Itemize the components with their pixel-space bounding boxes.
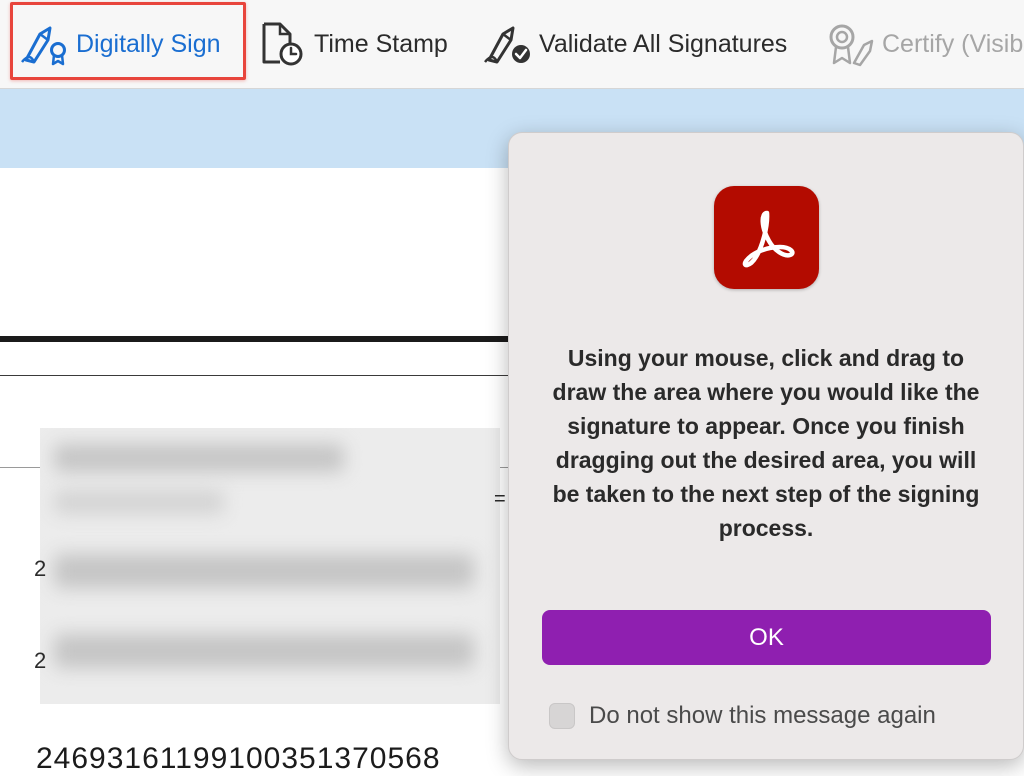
redacted-content [40, 428, 500, 704]
document-clock-icon [260, 20, 306, 68]
document-text-fragment: = [494, 488, 506, 510]
digitally-sign-label: Digitally Sign [76, 29, 221, 58]
validate-all-signatures-label: Validate All Signatures [539, 29, 788, 58]
time-stamp-button[interactable]: Time Stamp [260, 0, 448, 88]
digitally-sign-button[interactable]: Digitally Sign [20, 0, 221, 88]
validate-all-signatures-button[interactable]: Validate All Signatures [483, 0, 787, 88]
dont-show-again-checkbox[interactable] [549, 703, 575, 729]
adobe-acrobat-icon [714, 186, 819, 289]
pen-checkmark-icon [483, 22, 531, 66]
document-text-fragment: 2 [34, 556, 47, 581]
dont-show-again-label: Do not show this message again [589, 702, 936, 729]
signature-instructions-dialog: Using your mouse, click and drag to draw… [508, 132, 1024, 760]
pen-signature-icon [20, 22, 68, 66]
certify-ribbon-icon [826, 21, 874, 67]
certify-visible-label: Certify (Visib [882, 29, 1024, 58]
time-stamp-label: Time Stamp [314, 29, 448, 58]
toolbar: Digitally Sign Time Stamp Validate All S [0, 0, 1024, 89]
document-divider-thick [0, 336, 560, 342]
document-text-fragment: 2 [34, 648, 47, 673]
document-number: 24693161199100351370568 [36, 742, 441, 775]
ok-button[interactable]: OK [542, 610, 991, 665]
dialog-message: Using your mouse, click and drag to draw… [552, 345, 980, 541]
document-divider-thin [0, 375, 560, 376]
dont-show-again-option[interactable]: Do not show this message again [549, 699, 936, 733]
certify-visible-button[interactable]: Certify (Visib [826, 0, 1023, 88]
